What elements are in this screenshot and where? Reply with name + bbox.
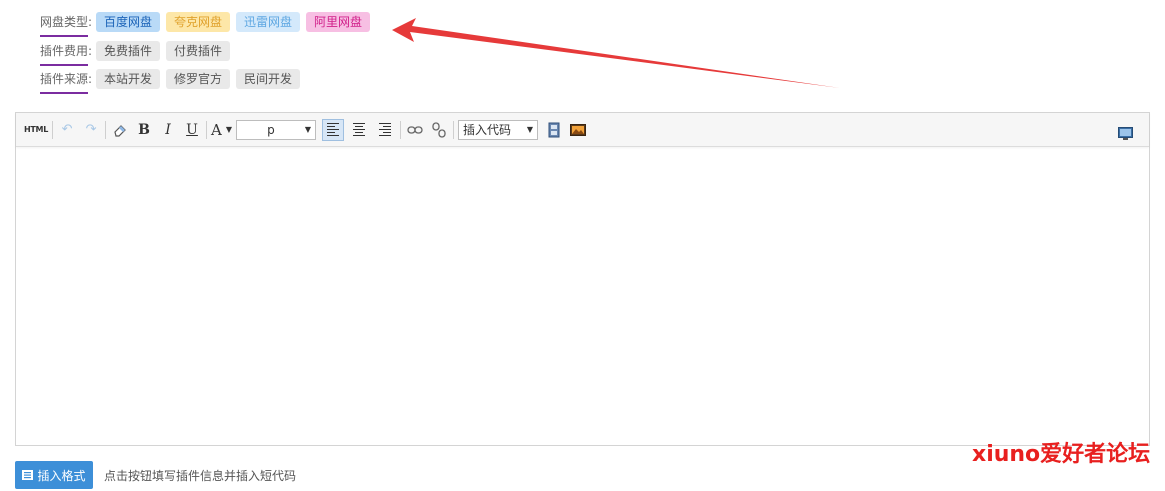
chip-community-dev[interactable]: 民间开发 <box>236 69 301 89</box>
editor-toolbar: HTML ↶ ↷ B I U A ▼ p ▼ 插入代码 ▼ <box>16 113 1149 147</box>
watermark-text: xiuno爱好者论坛 <box>972 442 1151 467</box>
toolbar-divider <box>400 120 402 139</box>
unlink-icon[interactable] <box>429 119 449 141</box>
undo-icon[interactable]: ↶ <box>57 119 77 141</box>
annotation-arrow <box>392 18 840 88</box>
align-center-button[interactable] <box>348 119 370 141</box>
toolbar-divider <box>453 120 455 139</box>
redo-icon[interactable]: ↷ <box>81 119 101 141</box>
toolbar-divider <box>52 120 54 139</box>
filter-row-pan-type: 网盘类型: 百度网盘 夸克网盘 迅雷网盘 阿里网盘 <box>40 11 376 37</box>
chip-paid-plugin[interactable]: 付费插件 <box>166 41 231 61</box>
align-left-button[interactable] <box>322 118 345 141</box>
italic-button[interactable]: I <box>158 119 178 141</box>
align-center-icon <box>353 123 366 136</box>
filter-label-pan-type: 网盘类型: <box>40 11 96 37</box>
chevron-down-icon: ▼ <box>304 125 312 134</box>
chip-free-plugin[interactable]: 免费插件 <box>96 41 161 61</box>
filter-row-plugin-source: 插件来源: 本站开发 修罗官方 民间开发 <box>40 68 306 94</box>
editor-content-area[interactable] <box>16 147 1149 445</box>
bold-button[interactable]: B <box>134 119 154 141</box>
eraser-icon[interactable] <box>110 119 130 141</box>
filter-row-plugin-fee: 插件费用: 免费插件 付费插件 <box>40 40 236 66</box>
align-right-icon <box>379 123 392 136</box>
chip-site-dev[interactable]: 本站开发 <box>96 69 161 89</box>
html-source-button[interactable]: HTML <box>24 119 48 141</box>
chevron-down-icon: ▼ <box>225 125 233 134</box>
toolbar-divider <box>105 120 107 139</box>
chip-baidu-pan[interactable]: 百度网盘 <box>96 12 161 32</box>
insert-format-label: 插入格式 <box>37 468 86 483</box>
chip-quark-pan[interactable]: 夸克网盘 <box>166 12 231 32</box>
filter-label-plugin-fee: 插件费用: <box>40 40 96 66</box>
insert-code-select[interactable]: 插入代码 ▼ <box>458 119 539 140</box>
insert-hint-text: 点击按钮填写插件信息并插入短代码 <box>104 469 297 483</box>
video-icon[interactable] <box>544 119 564 141</box>
fullscreen-icon[interactable] <box>1115 122 1135 144</box>
underline-button[interactable]: U <box>182 119 202 141</box>
chip-ali-pan[interactable]: 阿里网盘 <box>306 12 371 32</box>
filter-label-plugin-source: 插件来源: <box>40 68 96 94</box>
align-right-button[interactable] <box>374 119 396 141</box>
image-icon[interactable] <box>568 119 588 141</box>
link-icon[interactable] <box>405 119 425 141</box>
chevron-down-icon: ▼ <box>526 125 534 134</box>
rich-text-editor: HTML ↶ ↷ B I U A ▼ p ▼ 插入代码 ▼ <box>15 112 1150 446</box>
font-color-button[interactable]: A ▼ <box>211 119 232 141</box>
insert-format-button[interactable]: 插入格式 <box>15 461 93 489</box>
paragraph-format-select[interactable]: p ▼ <box>236 119 317 140</box>
align-left-icon <box>327 123 340 136</box>
chip-xiuluo-official[interactable]: 修罗官方 <box>166 69 231 89</box>
list-icon <box>22 470 34 480</box>
toolbar-divider <box>206 120 208 139</box>
chip-xunlei-pan[interactable]: 迅雷网盘 <box>236 12 301 32</box>
